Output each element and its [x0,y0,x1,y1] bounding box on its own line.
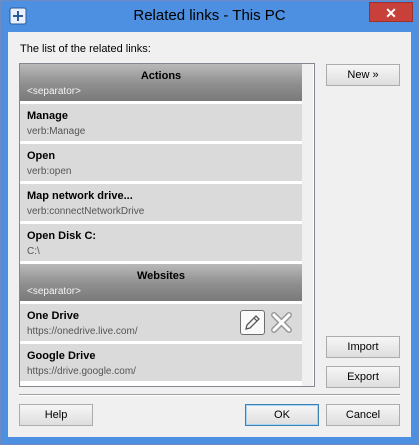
list-item-separator-actions[interactable]: Actions <separator> [20,64,302,102]
item-name: Map network drive... [27,190,133,202]
row-actions [240,310,296,336]
footer-divider [19,394,400,396]
item-sub: <separator> [27,286,81,297]
list-item-map-network-drive[interactable]: Map network drive... verb:connectNetwork… [20,184,302,222]
item-name: Google Drive [27,350,96,362]
item-sub: verb:open [27,166,72,177]
item-sub: https://drive.google.com/ [27,366,136,377]
close-button[interactable]: ✕ [369,2,413,22]
list-item-open-disk-c[interactable]: Open Disk C: C:\ [20,224,302,262]
item-name: One Drive [27,310,79,322]
list-item-one-drive[interactable]: One Drive https://onedrive.live.com/ [20,304,302,342]
list-item-manage[interactable]: Manage verb:Manage [20,104,302,142]
item-name: Manage [27,110,68,122]
related-links-list: Actions <separator> Manage verb:Manage O… [19,63,315,387]
edit-button[interactable] [240,310,265,335]
new-button[interactable]: New » [326,64,400,86]
title-bar[interactable]: Related links - This PC ✕ [1,1,418,32]
item-name: Open Disk C: [27,230,97,242]
item-sub: <separator> [27,86,81,97]
list-scrollbar[interactable] [302,64,313,386]
item-sub: https://onedrive.live.com/ [27,326,138,337]
item-sub: verb:Manage [27,126,86,137]
list-item-open[interactable]: Open verb:open [20,144,302,182]
item-name: Actions [140,70,182,82]
cancel-button[interactable]: Cancel [326,404,400,426]
import-button[interactable]: Import [326,336,400,358]
dialog-content: The list of the related links: Actions <… [8,32,411,437]
item-name: Websites [136,270,186,282]
export-button[interactable]: Export [326,366,400,388]
delete-icon[interactable] [269,310,294,335]
list-item-separator-websites[interactable]: Websites <separator> [20,264,302,302]
close-icon: ✕ [385,5,397,21]
item-name: Open [27,150,56,162]
list-caption: The list of the related links: [20,43,151,55]
dialog-window: Related links - This PC ✕ The list of th… [0,0,419,445]
item-sub: verb:connectNetworkDrive [27,206,145,217]
pencil-icon [245,315,260,330]
item-sub: C:\ [27,246,40,257]
window-title: Related links - This PC [133,7,286,24]
ok-button[interactable]: OK [245,404,319,426]
list-item-google-drive[interactable]: Google Drive https://drive.google.com/ [20,344,302,382]
help-button[interactable]: Help [19,404,93,426]
